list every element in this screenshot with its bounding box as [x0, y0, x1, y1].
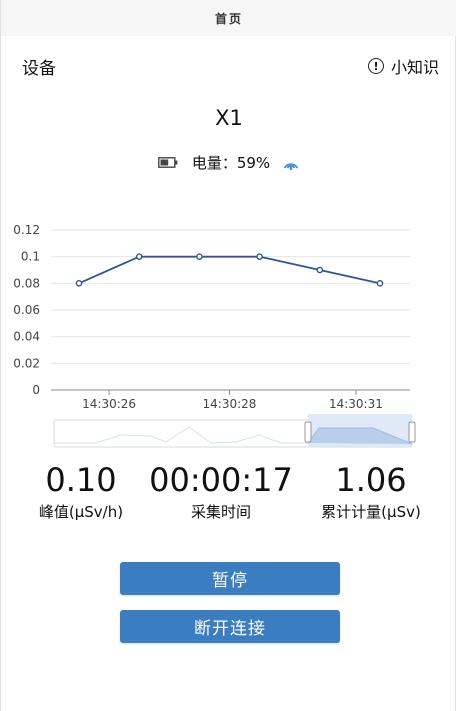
- peak-value: 0.10: [45, 461, 117, 499]
- data-point: [75, 280, 83, 287]
- time-label: 采集时间: [190, 503, 251, 521]
- data-point: [376, 280, 384, 287]
- data-point: [316, 266, 324, 274]
- y-tick-label: 0: [32, 383, 40, 397]
- tips-link[interactable]: ! 小知识: [367, 54, 439, 78]
- y-tick-label: 0.12: [13, 223, 40, 237]
- battery-value: 59%: [236, 153, 271, 172]
- tips-label: 小知识: [390, 58, 439, 77]
- y-tick-label: 0.04: [13, 330, 40, 344]
- y-tick-label: 0.02: [13, 356, 40, 370]
- battery-row: 电量： 59%: [1, 152, 456, 173]
- signal-icon: [283, 162, 299, 170]
- device-name: X1: [215, 106, 243, 130]
- series-line: [78, 255, 381, 285]
- total-label: 累计计量(μSv): [321, 503, 421, 521]
- stat-time: 00:00:17 采集时间: [141, 458, 301, 522]
- peak-label: 峰值(μSv/h): [38, 503, 124, 521]
- y-tick-label: 0.06: [13, 303, 40, 317]
- time-value: 00:00:17: [149, 461, 293, 499]
- y-tick-label: 0.08: [13, 276, 40, 290]
- x-tick-label: 14:30:28: [203, 397, 257, 411]
- x-tick-label: 14:30:26: [82, 397, 136, 411]
- total-value: 1.06: [335, 461, 407, 499]
- x-tick-label: 14:30:31: [329, 397, 383, 411]
- data-point: [196, 253, 203, 260]
- battery-icon: [157, 157, 178, 168]
- stat-total: 1.06 累计计量(μSv): [306, 458, 436, 522]
- battery-label: 电量：: [191, 154, 237, 172]
- device-section-label: 设备: [22, 59, 56, 79]
- zoom-handle-end[interactable]: [408, 421, 416, 443]
- zoom-handle-start[interactable]: [304, 421, 312, 443]
- disconnect-button[interactable]: 断开连接: [120, 610, 340, 643]
- header-row: 设备 ! 小知识: [1, 50, 456, 80]
- nav-title: 首页: [214, 11, 243, 26]
- y-tick-label: 0.1: [21, 250, 40, 264]
- data-point: [256, 253, 263, 260]
- info-icon: !: [367, 58, 384, 74]
- dose-rate-chart[interactable]: 0.12 0.1 0.08 0.06 0.04 0.02 0 14:30:26 14:30:28…: [1, 215, 456, 455]
- stats-panel: 0.10 峰值(μSv/h) 00:00:17 采集时间 1.06 累计计量(μ…: [1, 458, 456, 528]
- data-point: [135, 253, 143, 260]
- stat-peak: 0.10 峰值(μSv/h): [18, 458, 144, 522]
- pause-button[interactable]: 暂停: [120, 562, 340, 595]
- nav-bar: 首页: [1, 0, 456, 36]
